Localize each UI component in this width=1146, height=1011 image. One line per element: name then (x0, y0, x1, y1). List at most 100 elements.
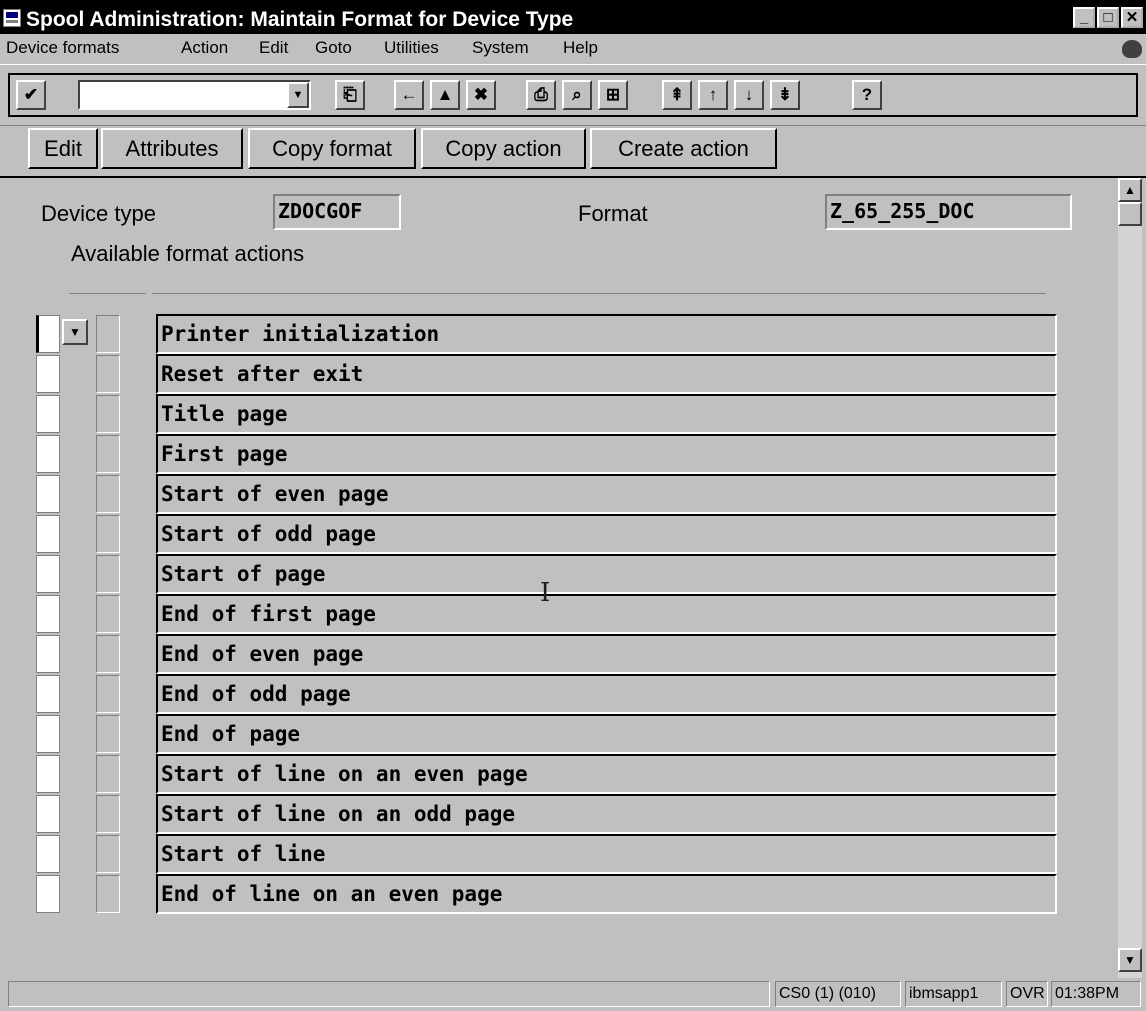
row-select-checkbox[interactable] (36, 515, 60, 553)
application-toolbar: Edit Attributes Copy format Copy action … (0, 126, 1146, 178)
format-action-row[interactable]: End of line on an even page (156, 874, 1057, 914)
section-title: Available format actions (71, 241, 305, 266)
scroll-up-icon[interactable]: ▲ (1118, 178, 1142, 202)
last-page-icon[interactable]: ⇟ (770, 80, 800, 110)
format-action-row[interactable]: Start of page (156, 554, 1057, 594)
status-message (8, 981, 770, 1007)
scroll-down-icon[interactable]: ▼ (1118, 948, 1142, 972)
row-status-flag (96, 635, 120, 673)
row-select-checkbox[interactable] (36, 475, 60, 513)
save-icon[interactable]: ⎗ (335, 80, 365, 110)
menu-utilities[interactable]: Utilities (384, 38, 439, 58)
help-icon[interactable]: ? (852, 80, 882, 110)
format-action-row[interactable]: End of first page (156, 594, 1057, 634)
status-system: CS0 (1) (010) (775, 981, 901, 1007)
enter-check-icon[interactable]: ✔ (16, 80, 46, 110)
row-status-flag (96, 395, 120, 433)
sap-logo-icon (1122, 40, 1142, 58)
previous-page-icon[interactable]: ↑ (698, 80, 728, 110)
menu-action[interactable]: Action (181, 38, 228, 58)
row-status-flag (96, 875, 120, 913)
row-status-flag (96, 715, 120, 753)
maximize-button[interactable]: □ (1097, 7, 1119, 28)
title-bar: Spool Administration: Maintain Format fo… (0, 0, 1146, 34)
value-help-icon[interactable]: ▼ (62, 319, 88, 345)
back-arrow-icon[interactable]: ← (394, 80, 424, 110)
format-action-row[interactable]: Start of line on an odd page (156, 794, 1057, 834)
format-action-row[interactable]: Start of line (156, 834, 1057, 874)
find-icon[interactable]: ⌕ (562, 80, 592, 110)
format-action-row[interactable]: Start of line on an even page (156, 754, 1057, 794)
exit-up-arrow-icon[interactable]: ▲ (430, 80, 460, 110)
row-select-checkbox[interactable] (36, 715, 60, 753)
format-label: Format (578, 201, 648, 226)
format-action-row[interactable]: Reset after exit (156, 354, 1057, 394)
create-action-button[interactable]: Create action (590, 128, 777, 169)
row-select-checkbox[interactable] (36, 675, 60, 713)
next-page-icon[interactable]: ↓ (734, 80, 764, 110)
row-select-checkbox[interactable] (36, 795, 60, 833)
row-select-checkbox[interactable] (36, 595, 60, 633)
row-status-flag (96, 795, 120, 833)
format-action-row[interactable]: First page (156, 434, 1057, 474)
menu-goto[interactable]: Goto (315, 38, 352, 58)
row-select-checkbox[interactable] (36, 315, 60, 353)
print-icon[interactable]: ⎙ (526, 80, 556, 110)
copy-action-button[interactable]: Copy action (421, 128, 586, 169)
menu-system[interactable]: System (472, 38, 529, 58)
toolbar-panel: ✔ ▼ ⎗ ← ▲ ✖ ⎙ ⌕ ⊞ ⇞ ↑ ↓ ⇟ ? (8, 73, 1138, 117)
minimize-button[interactable]: _ (1073, 7, 1095, 28)
row-status-flag (96, 315, 120, 353)
format-field: Z_65_255_DOC (825, 194, 1072, 230)
status-mode[interactable]: OVR (1006, 981, 1048, 1007)
column-separator-left (69, 293, 146, 294)
row-select-checkbox[interactable] (36, 355, 60, 393)
menu-edit[interactable]: Edit (259, 38, 288, 58)
row-status-flag (96, 835, 120, 873)
row-select-checkbox[interactable] (36, 755, 60, 793)
device-type-field: ZDOCGOF (273, 194, 401, 230)
scroll-thumb[interactable] (1118, 202, 1142, 226)
window-controls: _ □ ✕ (1071, 7, 1143, 28)
command-field[interactable] (78, 80, 311, 110)
cancel-icon[interactable]: ✖ (466, 80, 496, 110)
menu-bar: Device formats Action Edit Goto Utilitie… (0, 34, 1146, 65)
row-status-flag (96, 355, 120, 393)
row-select-checkbox[interactable] (36, 835, 60, 873)
standard-toolbar: ✔ ▼ ⎗ ← ▲ ✖ ⎙ ⌕ ⊞ ⇞ ↑ ↓ ⇟ ? (0, 64, 1146, 126)
row-select-checkbox[interactable] (36, 395, 60, 433)
row-select-checkbox[interactable] (36, 635, 60, 673)
text-cursor-icon: I (540, 578, 551, 608)
close-button[interactable]: ✕ (1121, 7, 1143, 28)
edit-button[interactable]: Edit (28, 128, 98, 169)
row-status-flag (96, 755, 120, 793)
command-dropdown-icon[interactable]: ▼ (287, 82, 309, 108)
row-status-flag (96, 595, 120, 633)
row-status-flag (96, 515, 120, 553)
format-action-row[interactable]: End of odd page (156, 674, 1057, 714)
row-select-checkbox[interactable] (36, 875, 60, 913)
menu-device-formats[interactable]: Device formats (6, 38, 119, 58)
format-action-row[interactable]: Start of odd page (156, 514, 1057, 554)
status-server: ibmsapp1 (905, 981, 1002, 1007)
attributes-button[interactable]: Attributes (101, 128, 243, 169)
first-page-icon[interactable]: ⇞ (662, 80, 692, 110)
format-action-row[interactable]: End of even page (156, 634, 1057, 674)
format-action-row[interactable]: Start of even page (156, 474, 1057, 514)
vertical-scrollbar[interactable]: ▲ ▼ (1118, 178, 1142, 978)
device-type-label: Device type (41, 201, 156, 226)
format-action-row[interactable]: Title page (156, 394, 1057, 434)
row-status-flag (96, 435, 120, 473)
format-action-row[interactable]: End of page (156, 714, 1057, 754)
status-bar: CS0 (1) (010) ibmsapp1 OVR 01:38PM (0, 978, 1146, 1011)
row-select-checkbox[interactable] (36, 555, 60, 593)
window-title: Spool Administration: Maintain Format fo… (26, 8, 574, 31)
sap-window-icon[interactable] (3, 9, 21, 27)
row-status-flag (96, 555, 120, 593)
row-select-checkbox[interactable] (36, 435, 60, 473)
copy-format-button[interactable]: Copy format (248, 128, 416, 169)
find-next-icon[interactable]: ⊞ (598, 80, 628, 110)
menu-help[interactable]: Help (563, 38, 598, 58)
main-content: Device type ZDOCGOF Format Z_65_255_DOC … (0, 178, 1146, 978)
format-action-row[interactable]: Printer initialization (156, 314, 1057, 354)
